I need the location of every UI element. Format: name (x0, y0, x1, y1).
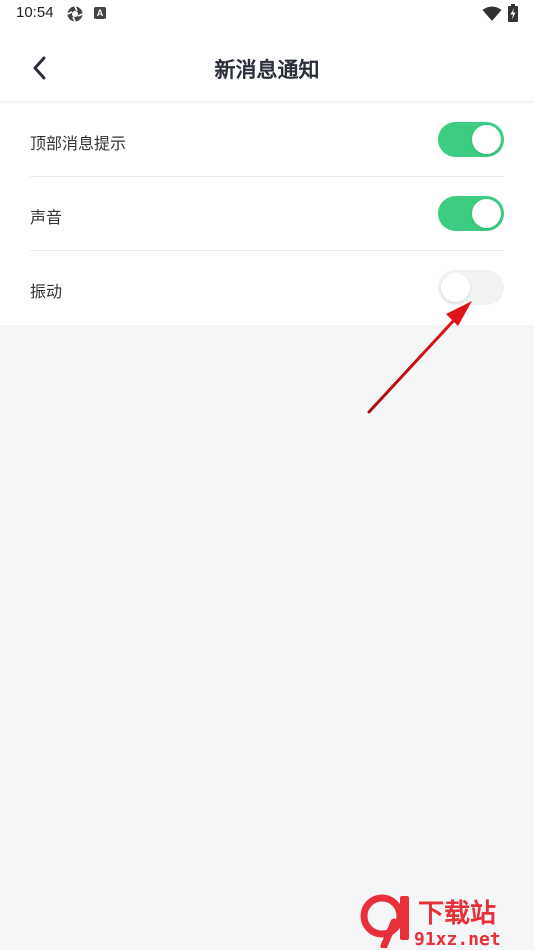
row-label: 声音 (30, 208, 63, 227)
settings-row-top-notification: 顶部消息提示 (30, 103, 504, 177)
wifi-icon (482, 6, 502, 26)
watermark-logo: 下载站 91xz.net (360, 890, 532, 950)
toggle-knob (441, 273, 470, 302)
a-badge-icon: A (94, 7, 106, 19)
settings-list: 顶部消息提示 声音 振动 (0, 103, 534, 325)
row-label: 顶部消息提示 (30, 134, 127, 153)
screen: 10:54 A 新消息通知 顶部消息提示 声音 振动 下载站 91xz.net (0, 0, 534, 950)
aperture-icon (66, 5, 84, 27)
battery-charging-icon (508, 4, 518, 26)
toggle-knob (472, 125, 501, 154)
settings-row-sound: 声音 (30, 177, 504, 251)
vibration-toggle[interactable] (438, 270, 504, 305)
page-title: 新消息通知 (214, 58, 320, 82)
toggle-knob (472, 199, 501, 228)
status-time: 10:54 (16, 4, 54, 21)
sound-toggle[interactable] (438, 196, 504, 231)
settings-row-vibration: 振动 (30, 251, 504, 325)
svg-text:91xz.net: 91xz.net (414, 929, 501, 948)
svg-text:下载站: 下载站 (418, 899, 496, 929)
row-label: 振动 (30, 282, 63, 301)
header: 新消息通知 (0, 28, 534, 102)
status-bar: 10:54 A (0, 0, 534, 28)
top-notification-toggle[interactable] (438, 122, 504, 157)
